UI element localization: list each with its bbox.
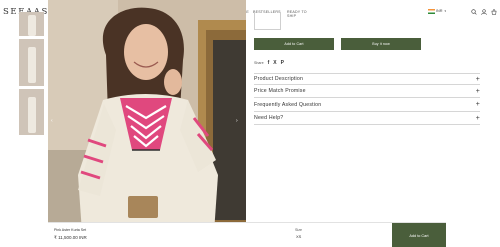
gallery-thumbnail[interactable] (19, 39, 44, 86)
plus-icon: + (475, 75, 480, 83)
india-flag-icon (428, 9, 435, 14)
accordion-need-help[interactable]: Need Help? + (254, 112, 480, 125)
currency-label: INR (436, 9, 443, 14)
sticky-size-label: Size (295, 228, 302, 232)
x-icon[interactable]: X (273, 60, 276, 66)
accordion-faq[interactable]: Frequently Asked Question + (254, 98, 480, 112)
pinterest-icon[interactable]: P (281, 60, 284, 66)
sticky-add-to-cart-bar: Pink Aster Kurta Set ₹ 11,500.00 INR Siz… (48, 222, 446, 247)
sticky-product-price: ₹ 11,500.00 INR (54, 235, 87, 240)
search-icon[interactable] (471, 9, 477, 15)
chevron-down-icon: ▾ (444, 9, 447, 14)
sticky-product-name: Pink Aster Kurta Set (54, 228, 87, 232)
product-photo (48, 0, 246, 247)
account-icon[interactable] (481, 9, 487, 15)
accordion-label: Product Description (254, 76, 304, 82)
next-image-arrow[interactable]: › (236, 118, 238, 124)
currency-selector[interactable]: INR ▾ (428, 9, 446, 14)
thumbnail-figure (28, 97, 36, 133)
add-to-cart-button[interactable]: Add to Cart (254, 38, 334, 50)
accordion-product-description[interactable]: Product Description + (254, 73, 480, 85)
accordion-label: Need Help? (254, 115, 284, 121)
nav-item-ready-to-ship[interactable]: READY TO SHIP (287, 10, 317, 18)
cart-icon[interactable] (491, 9, 497, 15)
accordion-label: Frequently Asked Question (254, 101, 322, 108)
gallery-thumbnail[interactable] (19, 12, 44, 36)
accordion-label: Price Match Promise (254, 88, 306, 94)
main-product-image: ‹ › (48, 0, 246, 247)
thumbnail-figure (28, 47, 36, 83)
quantity-selector[interactable] (254, 12, 281, 30)
plus-icon: + (475, 87, 480, 95)
share-row: Share f X P (254, 60, 284, 66)
share-label: Share (254, 61, 264, 65)
accordion-price-match-promise[interactable]: Price Match Promise + (254, 85, 480, 98)
nav-item-label: READY TO SHIP (287, 10, 307, 18)
previous-image-arrow[interactable]: ‹ (51, 118, 53, 124)
facebook-icon[interactable]: f (268, 60, 270, 66)
thumbnail-figure (28, 15, 36, 36)
sticky-add-to-cart-button[interactable]: Add to Cart (392, 223, 446, 247)
plus-icon: + (475, 114, 480, 122)
plus-icon: + (475, 101, 480, 108)
gallery-thumbnail[interactable] (19, 89, 44, 135)
sticky-size-select[interactable]: XS (296, 234, 301, 239)
buy-now-button[interactable]: Buy it now (341, 38, 421, 50)
